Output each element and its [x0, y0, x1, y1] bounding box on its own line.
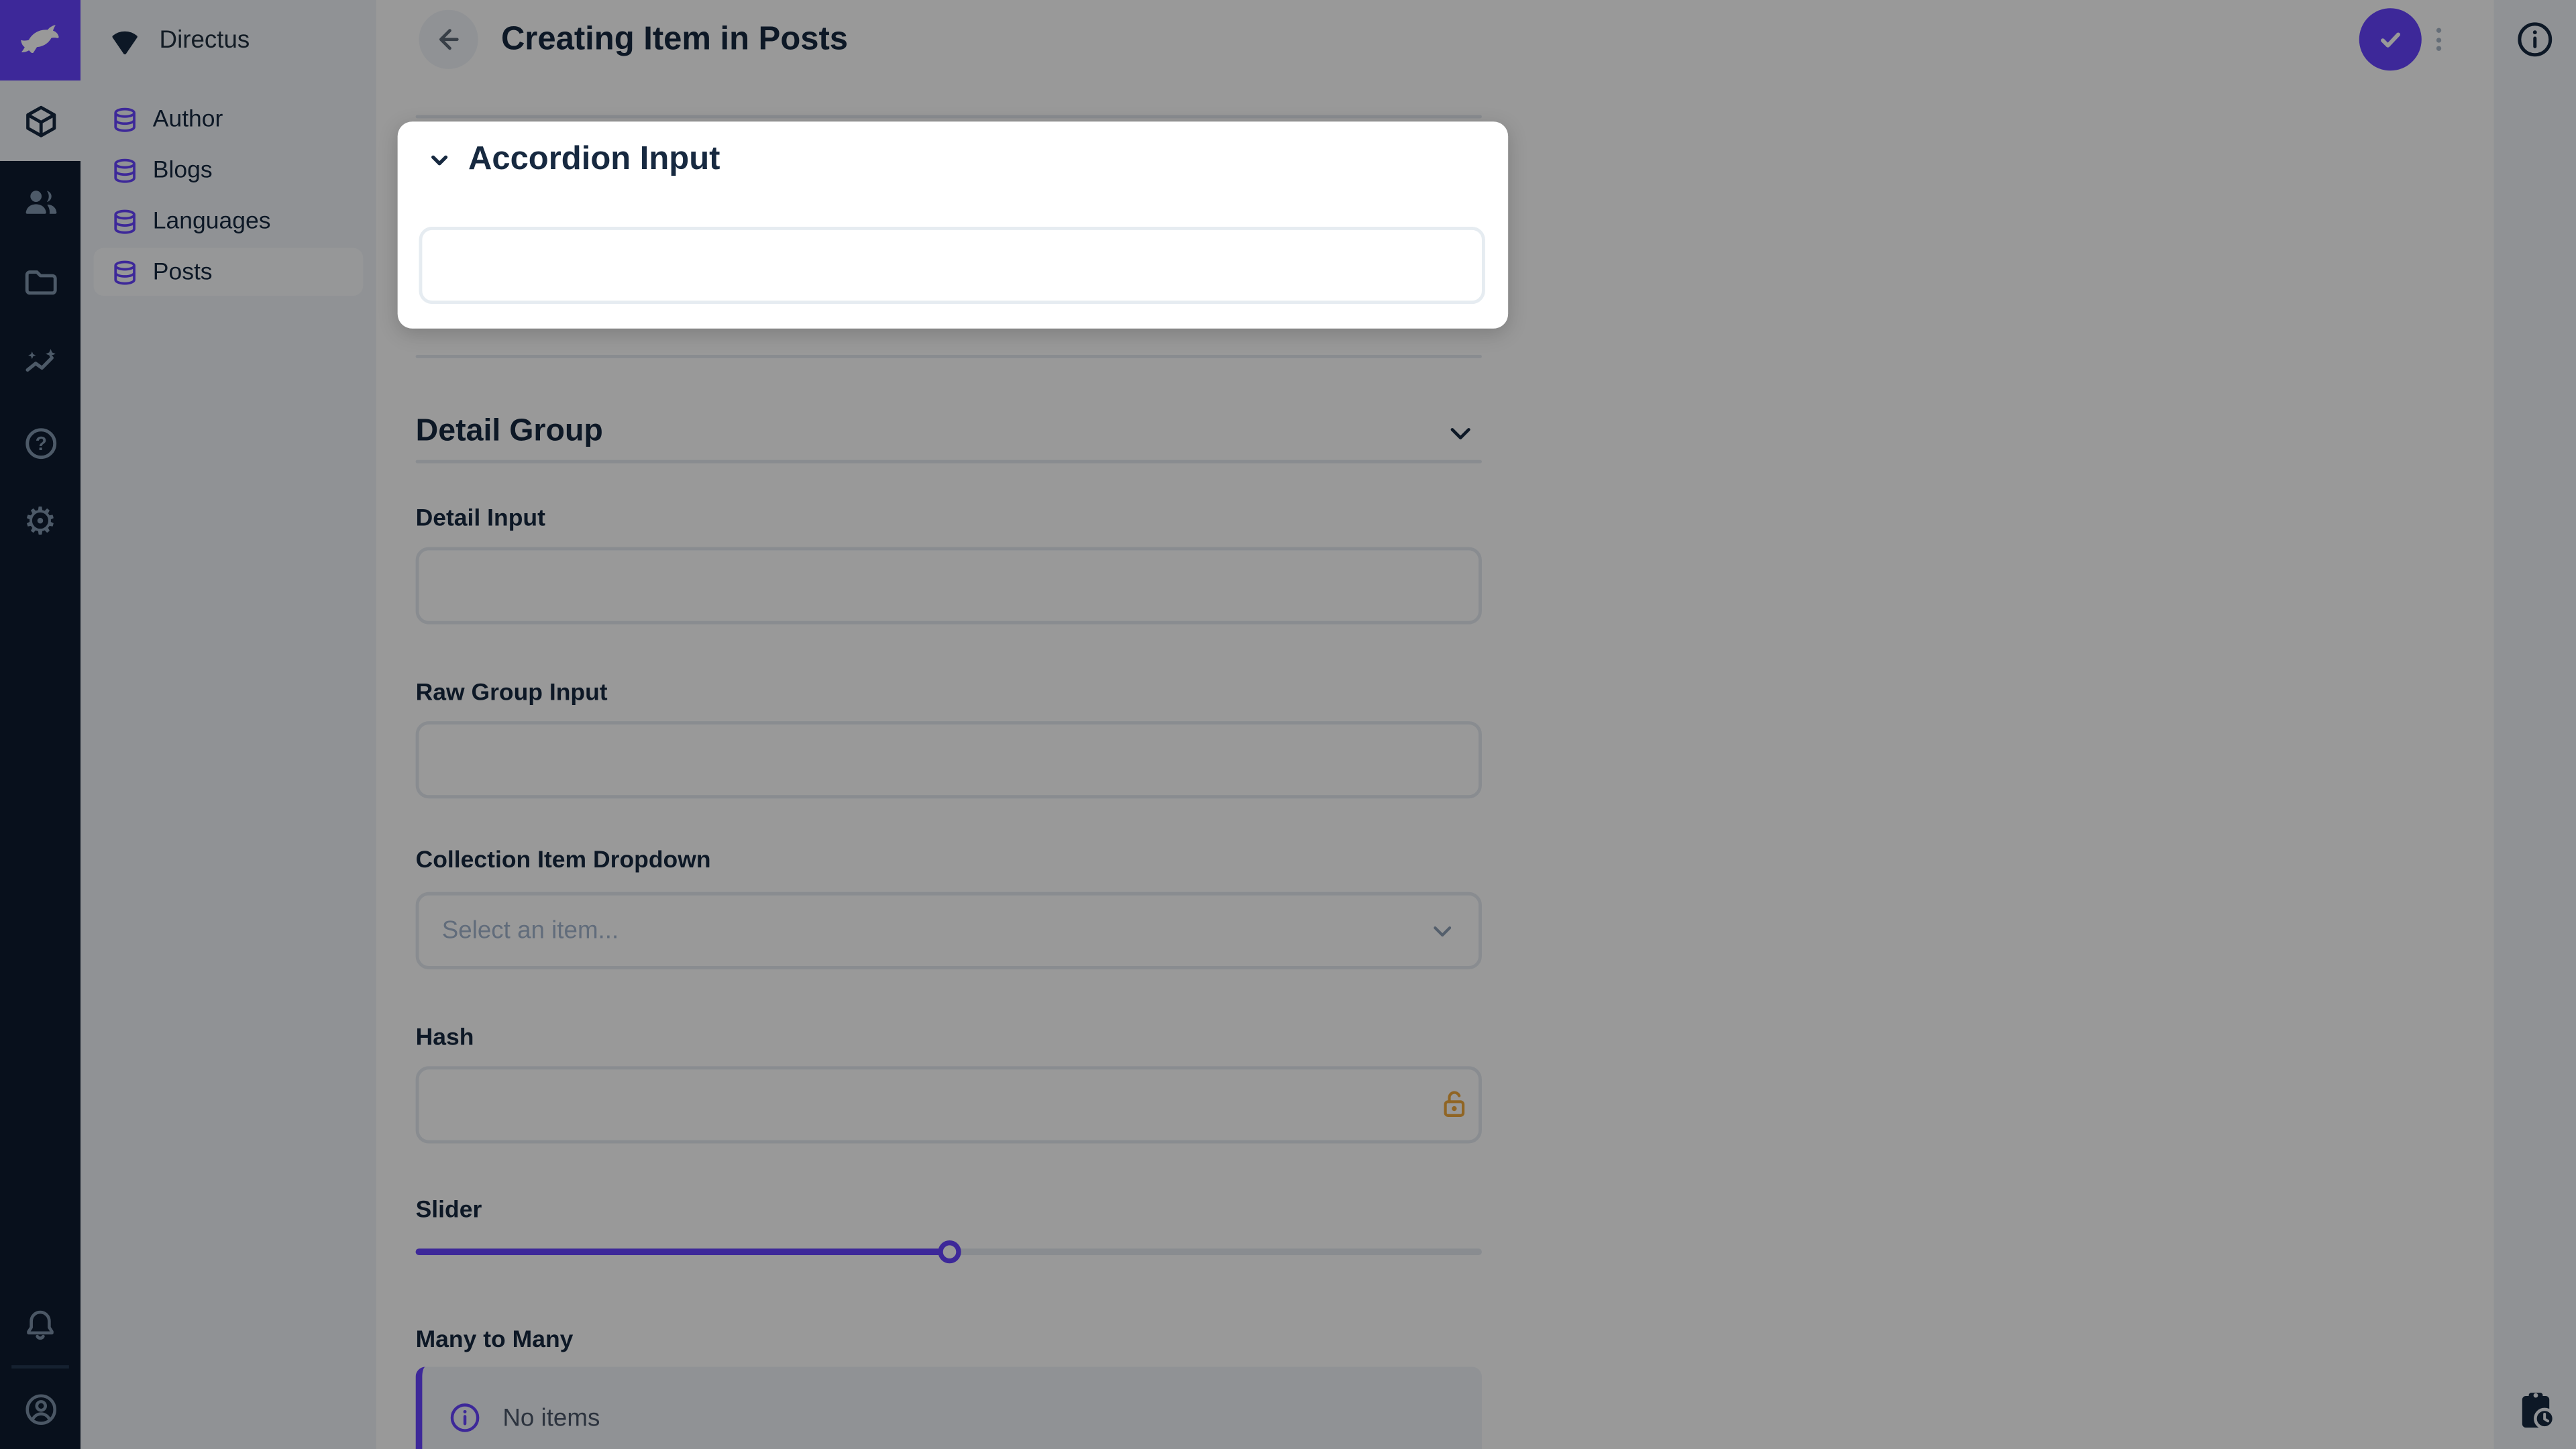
- accordion-input-field[interactable]: [419, 227, 1485, 304]
- accordion-toggle[interactable]: Accordion Input: [398, 121, 1509, 179]
- app-root: ? ⚙: [0, 0, 2576, 1449]
- chevron-down-icon: [427, 148, 452, 172]
- accordion-group-card: Accordion Input: [398, 121, 1509, 329]
- accordion-group-title: Accordion Input: [468, 142, 720, 179]
